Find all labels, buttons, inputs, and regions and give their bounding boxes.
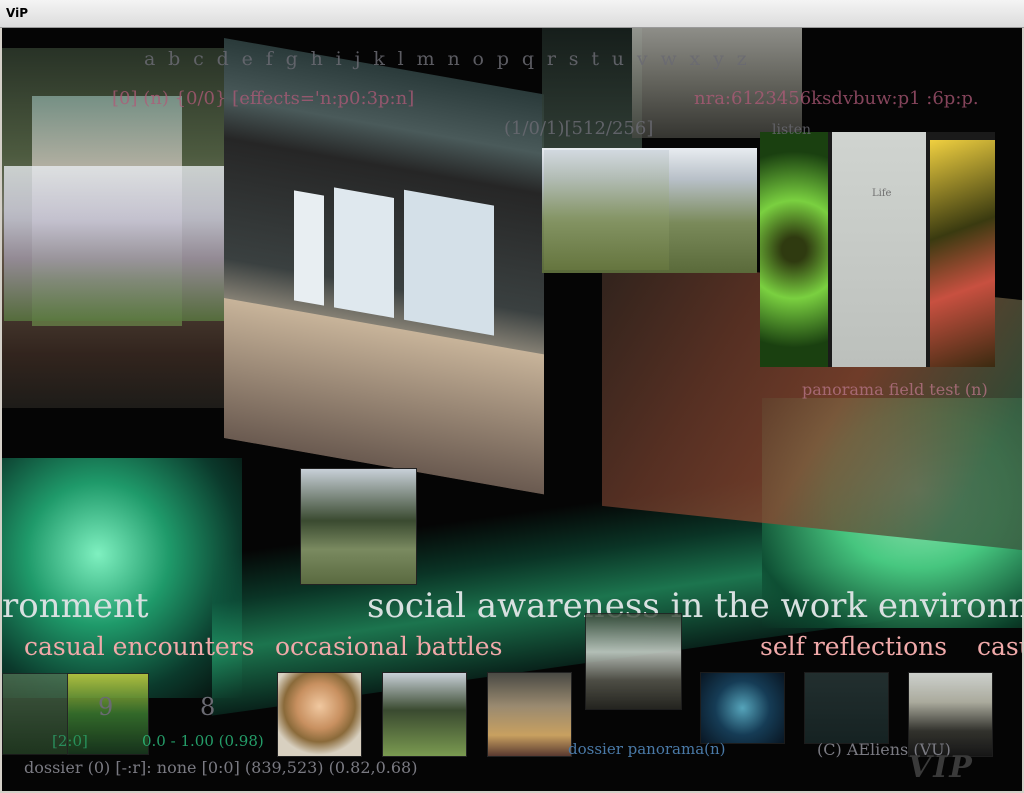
caption-self-reflections[interactable]: self reflections (760, 632, 947, 661)
caption-occasional-battles[interactable]: occasional battles (275, 632, 502, 661)
dock-range: 0.0 - 1.00 (0.98) (142, 732, 264, 750)
alphabet-index[interactable]: a b c d e f g h i j k l m n o p q r s t … (144, 48, 750, 70)
dock-number-9: 9 (98, 693, 114, 721)
dossier-panorama-label[interactable]: dossier panorama(n) (568, 740, 726, 758)
status-left: [0] (n) {0/0} [effects='n:p0:3p:n] (112, 88, 415, 109)
window-title: ViP (6, 6, 28, 20)
caption-casual-cut[interactable]: casu (977, 632, 1022, 661)
caption-casual-encounters[interactable]: casual encounters (24, 632, 254, 661)
caption-line1-left: ronment (2, 586, 149, 626)
app-window: ViP Life a b c d e f g h i j k l m n o p… (0, 0, 1024, 793)
vip-scene-canvas[interactable]: Life a b c d e f g h i j k l m n o p q r… (2, 28, 1022, 791)
dock-thumb-underwater[interactable] (700, 672, 785, 744)
picnic-photo-left[interactable] (4, 166, 226, 321)
dock-thumb-corridor[interactable] (585, 613, 682, 710)
caption-line1-right: social awareness in the work environm (367, 586, 1022, 626)
green-water-glow (2, 458, 242, 698)
poster-panel[interactable]: Life (760, 132, 995, 367)
dock-thumb-dark[interactable] (804, 672, 889, 744)
corridor-floor (224, 298, 544, 495)
dock-thumb-portrait[interactable] (277, 672, 362, 757)
picnic-thumbnail-center[interactable] (300, 468, 417, 585)
dock-thumb-meeting[interactable] (487, 672, 572, 757)
dock-number-8: 8 (200, 693, 216, 721)
corridor-window-3 (404, 189, 494, 336)
dossier-status: dossier (0) [-:r]: none [0:0] (839,523) … (24, 758, 418, 777)
poster-title: Life (872, 188, 892, 199)
poster-left-green (760, 132, 828, 367)
corridor-window-2 (334, 187, 394, 318)
dock-thumb-picnic[interactable] (382, 672, 467, 757)
poster-right-face (930, 140, 995, 367)
picnic-grid-overlay[interactable] (544, 150, 669, 270)
title-bar[interactable]: ViP (0, 0, 1024, 28)
status-right: nra:6123456ksdvbuw:p1 :6p:p. (694, 88, 979, 109)
dock-range-prefix: [2:0] (52, 732, 88, 750)
coords-readout: (1/0/1)[512/256] (504, 118, 654, 139)
vip-logo: VIP (908, 750, 974, 785)
panorama-caption: panorama field test (n) (802, 380, 988, 399)
listen-label: listen (772, 122, 812, 138)
corridor-window-1 (294, 190, 324, 306)
poster-center-paper: Life (832, 132, 926, 367)
